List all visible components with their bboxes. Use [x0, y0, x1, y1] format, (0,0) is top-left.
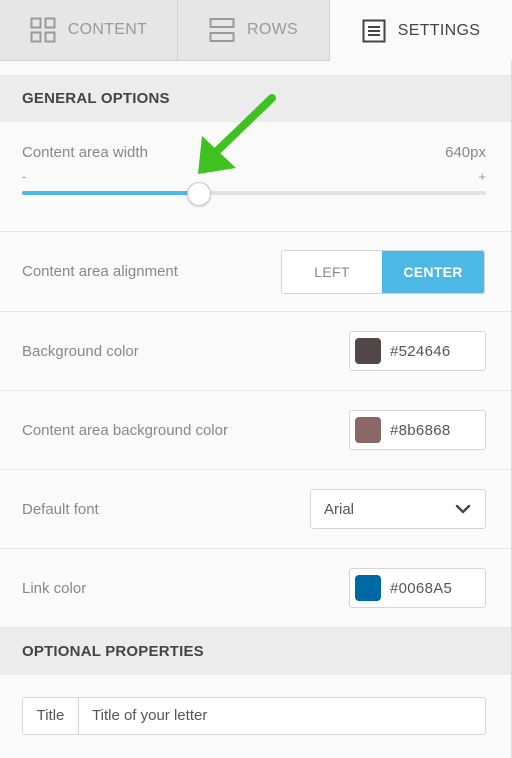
tab-content[interactable]: CONTENT — [0, 0, 178, 61]
default-font-value: Arial — [324, 500, 355, 518]
align-left-button[interactable]: LEFT — [282, 250, 382, 293]
default-font-label: Default font — [22, 500, 99, 518]
tab-bar: CONTENT ROWS SETTINGS — [0, 0, 512, 61]
content-bg-color-swatch[interactable] — [355, 417, 381, 443]
rows-icon — [209, 17, 235, 43]
background-color-input[interactable]: #524646 — [349, 331, 486, 371]
link-color-swatch[interactable] — [355, 575, 381, 601]
content-width-value: 640px — [445, 144, 486, 161]
optional-properties-header: OPTIONAL PROPERTIES — [0, 628, 512, 675]
title-row: Title — [0, 675, 512, 756]
content-width-row: Content area width 640px - + — [0, 122, 512, 232]
width-slider-fill — [22, 191, 199, 195]
title-label: Title — [23, 697, 79, 734]
tab-rows[interactable]: ROWS — [178, 0, 330, 61]
background-color-row: Background color #524646 — [0, 312, 512, 391]
slider-plus-label: + — [478, 169, 486, 184]
tab-settings-label: SETTINGS — [397, 21, 481, 39]
background-color-label: Background color — [22, 342, 139, 360]
title-input[interactable] — [79, 697, 485, 734]
background-color-swatch[interactable] — [355, 338, 381, 364]
slider-minus-label: - — [22, 169, 27, 184]
align-center-button[interactable]: CENTER — [382, 250, 484, 293]
width-slider-thumb[interactable] — [187, 182, 212, 206]
content-bg-color-value: #8b6868 — [390, 421, 451, 439]
content-width-label: Content area width — [22, 144, 148, 161]
alignment-label: Content area alignment — [22, 263, 178, 280]
tab-rows-label: ROWS — [247, 21, 298, 38]
general-options-header: GENERAL OPTIONS — [0, 75, 512, 122]
alignment-row: Content area alignment LEFT CENTER — [0, 232, 512, 312]
chevron-down-icon — [455, 501, 471, 518]
background-color-value: #524646 — [390, 342, 451, 360]
content-bg-color-input[interactable]: #8b6868 — [349, 410, 486, 450]
link-color-row: Link color #0068A5 — [0, 549, 512, 628]
width-slider-track[interactable] — [22, 182, 486, 206]
link-color-value: #0068A5 — [390, 579, 453, 597]
link-color-input[interactable]: #0068A5 — [349, 568, 486, 608]
settings-doc-icon — [362, 19, 386, 43]
content-bg-color-label: Content area background color — [22, 421, 228, 439]
content-bg-color-row: Content area background color #8b6868 — [0, 391, 512, 470]
tab-content-label: CONTENT — [67, 21, 148, 38]
link-color-label: Link color — [22, 579, 87, 597]
tab-settings[interactable]: SETTINGS — [330, 0, 512, 61]
grid-icon — [30, 17, 56, 43]
title-field-group: Title — [22, 696, 486, 735]
alignment-toggle: LEFT CENTER — [281, 249, 485, 294]
default-font-select[interactable]: Arial — [310, 489, 486, 529]
default-font-row: Default font Arial — [0, 470, 512, 549]
